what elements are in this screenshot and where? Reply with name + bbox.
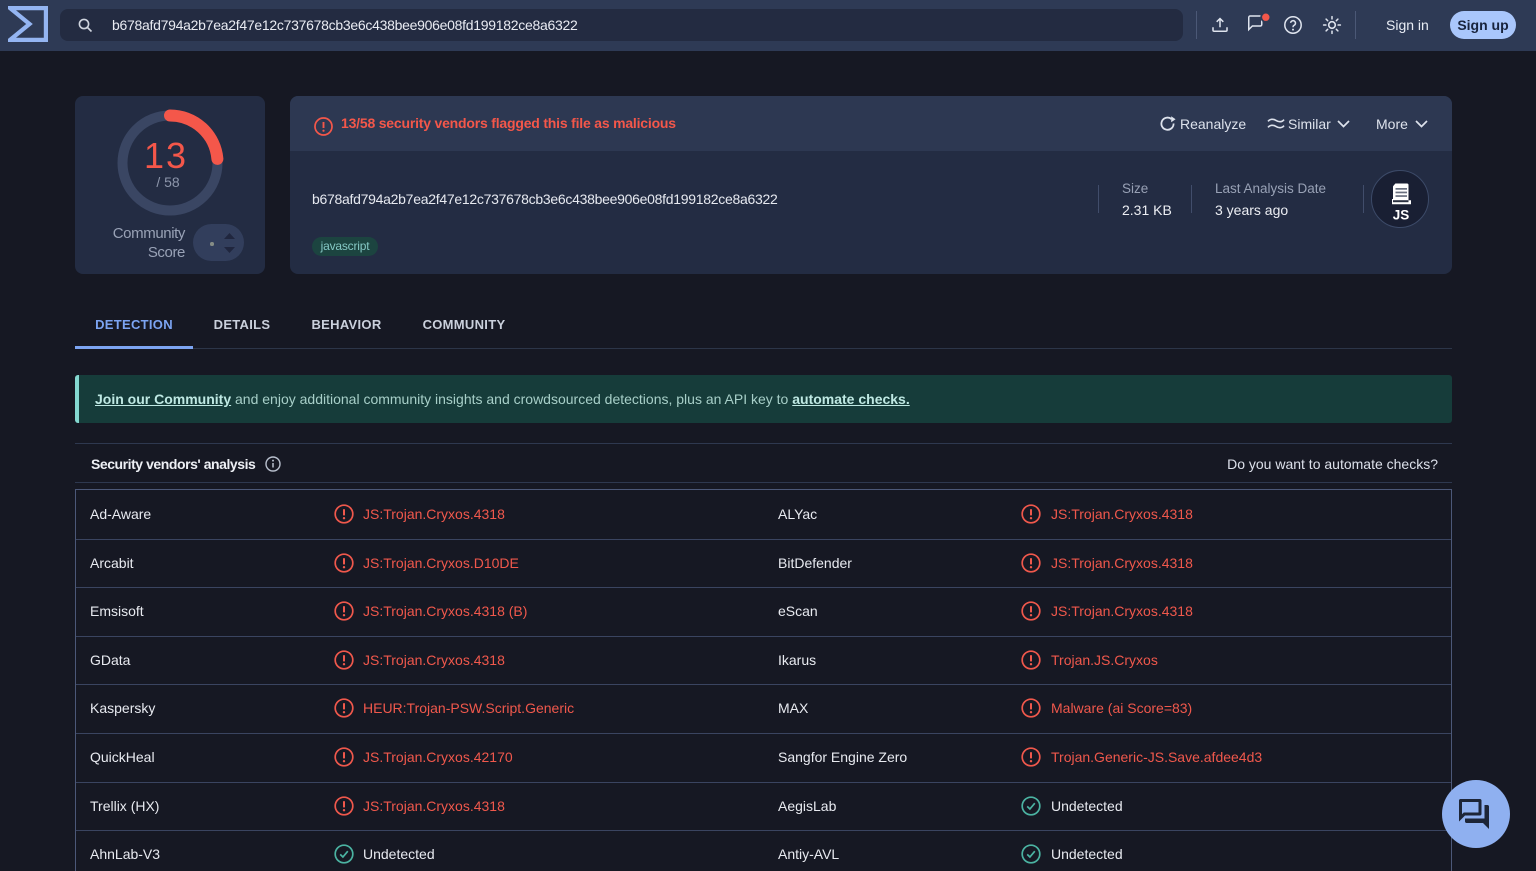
svg-text:JS: JS bbox=[1393, 208, 1410, 223]
